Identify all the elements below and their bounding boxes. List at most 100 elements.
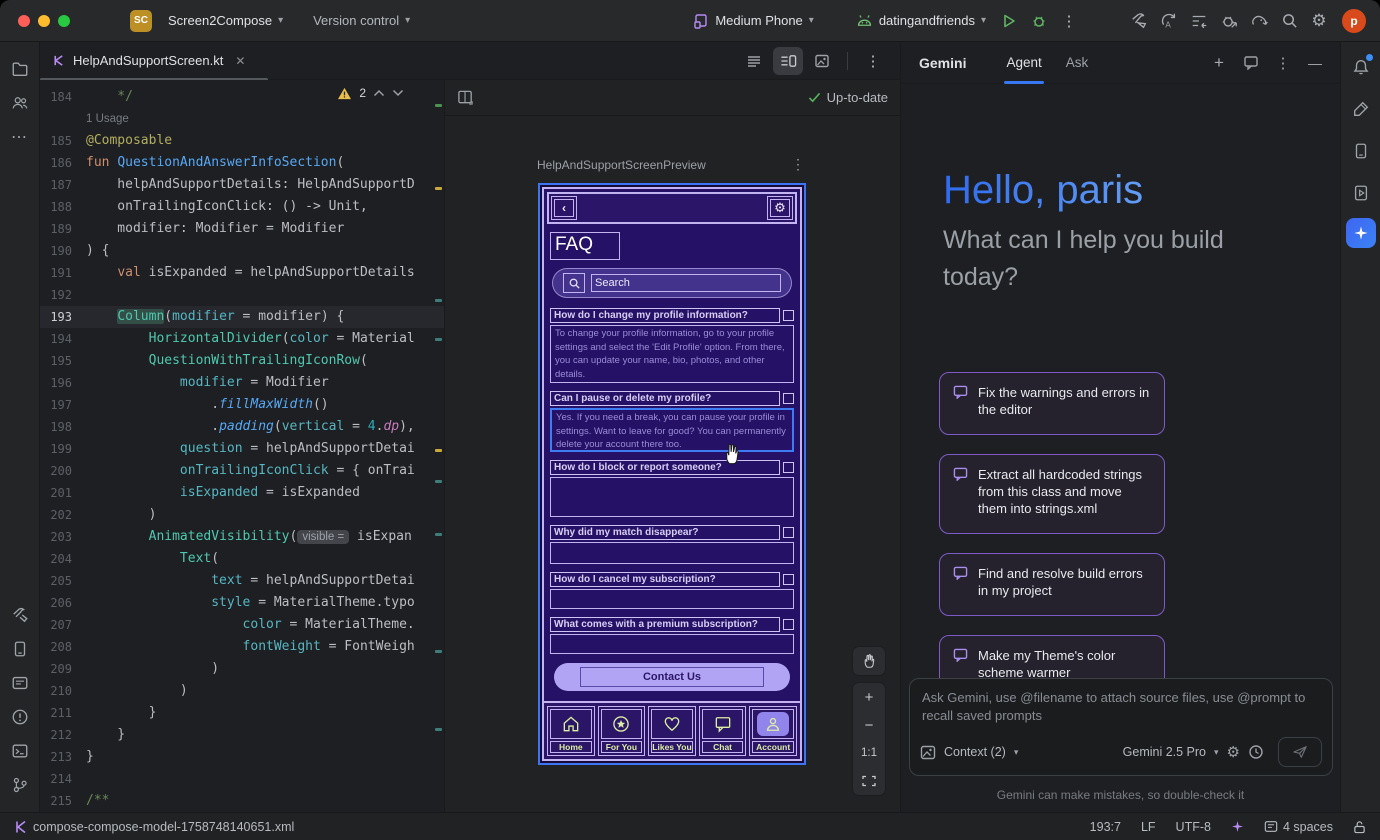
code-line[interactable]: 194 HorizontalDivider(color = Material: [40, 328, 444, 350]
close-tab-icon[interactable]: ✕: [235, 54, 245, 68]
problems-icon[interactable]: [4, 700, 36, 734]
code-line[interactable]: 202 ): [40, 504, 444, 526]
faq-question-row[interactable]: How do I cancel my subscription?: [550, 572, 794, 587]
faq-question-row[interactable]: Why did my match disappear?: [550, 525, 794, 540]
indent-setting[interactable]: 4 spaces: [1264, 820, 1333, 834]
faq-answer[interactable]: [550, 542, 794, 564]
code-line[interactable]: 213}: [40, 746, 444, 768]
preview-layout-icon[interactable]: [457, 89, 474, 106]
code-line[interactable]: 206 style = MaterialTheme.typo: [40, 592, 444, 614]
profiler-icon[interactable]: A: [1154, 7, 1184, 35]
code-line[interactable]: 185@Composable: [40, 130, 444, 152]
code-editor[interactable]: 2 184 */1 Usage185@Composable186fun Ques…: [40, 80, 444, 812]
version-control-icon[interactable]: [4, 768, 36, 802]
device-manager-icon[interactable]: [4, 632, 36, 666]
design-view-button[interactable]: [807, 47, 837, 75]
minimize-window-button[interactable]: [38, 15, 50, 27]
editor-options-menu[interactable]: ⋮: [858, 47, 888, 75]
zoom-actual-button[interactable]: 1:1: [853, 739, 885, 767]
inspection-widget[interactable]: 2: [337, 86, 404, 100]
notifications-icon[interactable]: [1345, 50, 1377, 84]
nav-item-account[interactable]: Account: [749, 706, 797, 756]
code-line[interactable]: 200 onTrailingIconClick = { onTrai: [40, 460, 444, 482]
debug-button[interactable]: [1024, 7, 1054, 35]
panel-options-menu[interactable]: ⋮: [1268, 49, 1298, 77]
tab-agent[interactable]: Agent: [994, 42, 1053, 84]
code-line[interactable]: 196 modifier = Modifier: [40, 372, 444, 394]
code-line[interactable]: 199 question = helpAndSupportDetai: [40, 438, 444, 460]
code-line[interactable]: 214: [40, 768, 444, 790]
zoom-fit-button[interactable]: [853, 767, 885, 795]
new-chat-button[interactable]: +: [1204, 49, 1234, 77]
code-line[interactable]: 1 Usage: [40, 108, 444, 130]
faq-trailing-icon[interactable]: [783, 619, 794, 630]
zoom-in-button[interactable]: +: [853, 683, 885, 711]
nav-item-chat[interactable]: Chat: [699, 706, 747, 756]
faq-answer[interactable]: To change your profile information, go t…: [550, 325, 794, 383]
project-folder-icon[interactable]: [4, 52, 36, 86]
code-line[interactable]: 188 onTrailingIconClick: () -> Unit,: [40, 196, 444, 218]
faq-trailing-icon[interactable]: [783, 310, 794, 321]
caret-position[interactable]: 193:7: [1090, 820, 1121, 834]
more-tool-windows-icon[interactable]: ⋯: [4, 120, 36, 154]
close-window-button[interactable]: [18, 15, 30, 27]
branch-selector[interactable]: datingandfriends ▾: [848, 9, 994, 32]
faq-answer[interactable]: Yes. If you need a break, you can pause …: [550, 408, 794, 452]
next-problem-icon[interactable]: [392, 89, 404, 97]
faq-trailing-icon[interactable]: [783, 527, 794, 538]
faq-answer[interactable]: [550, 589, 794, 609]
context-selector[interactable]: Context (2): [944, 745, 1006, 759]
build-icon[interactable]: [1124, 7, 1154, 35]
search-everywhere-icon[interactable]: [1274, 7, 1304, 35]
code-line[interactable]: 198 .padding(vertical = 4.dp),: [40, 416, 444, 438]
faq-answer[interactable]: [550, 634, 794, 654]
tab-ask[interactable]: Ask: [1054, 42, 1101, 84]
code-line[interactable]: 212 }: [40, 724, 444, 746]
gradle-sync-icon[interactable]: [1244, 7, 1274, 35]
code-line[interactable]: 191 val isExpanded = helpAndSupportDetai…: [40, 262, 444, 284]
lock-icon[interactable]: [1353, 820, 1366, 834]
code-line[interactable]: 208 fontWeight = FontWeigh: [40, 636, 444, 658]
code-line[interactable]: 210 ): [40, 680, 444, 702]
model-selector[interactable]: Gemini 2.5 Pro: [1123, 745, 1206, 759]
gemini-input-box[interactable]: Ask Gemini, use @filename to attach sour…: [909, 678, 1333, 776]
history-clock-icon[interactable]: [1248, 744, 1264, 760]
search-input[interactable]: Search: [591, 274, 781, 292]
settings-icon[interactable]: ⚙: [1304, 7, 1334, 35]
project-selector[interactable]: Screen2Compose ▾: [160, 9, 291, 32]
code-line[interactable]: 195 QuestionWithTrailingIconRow(: [40, 350, 444, 372]
nav-item-likes-you[interactable]: Likes You: [648, 706, 696, 756]
running-devices-icon[interactable]: [1345, 176, 1377, 210]
code-line[interactable]: 205 text = helpAndSupportDetai: [40, 570, 444, 592]
device-selector[interactable]: Medium Phone ▾: [685, 9, 821, 33]
suggestion-card[interactable]: Extract all hardcoded strings from this …: [939, 454, 1165, 534]
code-line[interactable]: 209 ): [40, 658, 444, 680]
code-line[interactable]: 192: [40, 284, 444, 306]
faq-answer[interactable]: [550, 477, 794, 517]
device-explorer-icon[interactable]: [1345, 92, 1377, 126]
attach-image-icon[interactable]: [920, 745, 936, 760]
faq-question-row[interactable]: What comes with a premium subscription?: [550, 617, 794, 632]
usage-inlay[interactable]: 1 Usage: [86, 113, 129, 125]
nav-item-home[interactable]: Home: [547, 706, 595, 756]
faq-search-bar[interactable]: Search: [552, 268, 792, 298]
nav-item-for-you[interactable]: For You: [598, 706, 646, 756]
device-manager-icon[interactable]: [1345, 134, 1377, 168]
faq-question-row[interactable]: How do I block or report someone?: [550, 460, 794, 475]
code-line[interactable]: 186fun QuestionAndAnswerInfoSection(: [40, 152, 444, 174]
contact-us-button[interactable]: Contact Us: [554, 663, 790, 691]
faq-trailing-icon[interactable]: [783, 393, 794, 404]
code-line[interactable]: 187 helpAndSupportDetails: HelpAndSuppor…: [40, 174, 444, 196]
gemini-button[interactable]: [1346, 218, 1376, 248]
chat-history-icon[interactable]: [1236, 49, 1266, 77]
code-line[interactable]: 207 color = MaterialTheme.: [40, 614, 444, 636]
code-view-button[interactable]: [739, 47, 769, 75]
code-line[interactable]: 197 .fillMaxWidth(): [40, 394, 444, 416]
preview-options-menu[interactable]: ⋮: [791, 156, 805, 173]
hide-panel-button[interactable]: —: [1300, 49, 1330, 77]
settings-button[interactable]: ⚙: [767, 196, 793, 220]
line-separator[interactable]: LF: [1141, 820, 1156, 834]
run-button[interactable]: [994, 7, 1024, 35]
more-actions-menu[interactable]: ⋮: [1054, 7, 1084, 35]
terminal-icon[interactable]: [4, 734, 36, 768]
